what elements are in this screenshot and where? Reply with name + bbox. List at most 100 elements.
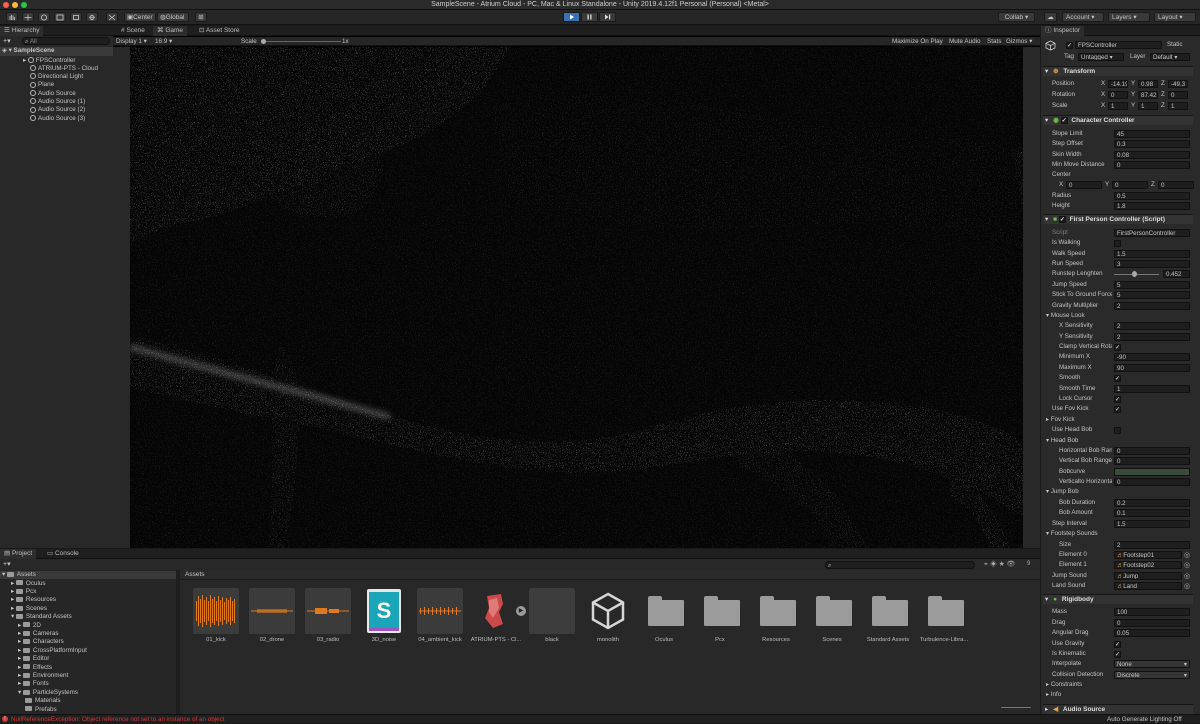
- bobcurve-field[interactable]: [1114, 468, 1190, 476]
- active-checkbox[interactable]: ✓: [1066, 42, 1073, 49]
- fpc-field-value[interactable]: 2: [1114, 302, 1190, 310]
- tree-item[interactable]: ▾ Standard Assets: [0, 613, 72, 621]
- axis-field-z[interactable]: 1: [1168, 102, 1188, 110]
- account-dropdown[interactable]: Account ▾: [1062, 12, 1104, 22]
- foldout-info[interactable]: ▸ Info: [1046, 691, 1061, 699]
- object-field[interactable]: ♬Footstep01: [1114, 551, 1182, 559]
- foldout-jumpbob[interactable]: ▾ Jump Bob: [1046, 488, 1079, 496]
- axis-field-y[interactable]: 0.98: [1138, 80, 1158, 88]
- tree-item[interactable]: ▸ Oculus: [0, 580, 46, 588]
- collab-dropdown[interactable]: Collab ▾: [998, 12, 1035, 22]
- filter-icons[interactable]: ⌖ ◈ ★ 👁: [984, 560, 1015, 569]
- scale-slider-handle[interactable]: [261, 39, 266, 44]
- transform-tool-icon[interactable]: [86, 12, 98, 22]
- fpc-field-value[interactable]: 2: [1114, 541, 1190, 549]
- cc-field-value[interactable]: 0: [1114, 161, 1190, 170]
- layout-dropdown[interactable]: Layout ▾: [1154, 12, 1196, 22]
- character-controller-header[interactable]: ▾ ◉ ✓ Character Controller: [1043, 115, 1193, 125]
- create-menu-icon[interactable]: +▾: [3, 37, 11, 45]
- asset-item[interactable]: Scenes: [807, 588, 857, 643]
- axis-field-z[interactable]: 0: [1168, 91, 1188, 99]
- asset-item[interactable]: 02_drone: [247, 588, 297, 643]
- foldout-fovkick[interactable]: ▸ Fov Kick: [1046, 416, 1075, 424]
- rb-dropdown[interactable]: Discrete ▾: [1114, 671, 1190, 679]
- tree-root[interactable]: ▾ Assets: [0, 571, 176, 580]
- asset-item[interactable]: ▶ ATRIUM-PTS - Cl...: [471, 588, 526, 643]
- rb-field-value[interactable]: 0.05: [1114, 629, 1190, 637]
- hierarchy-search-input[interactable]: ⌕ All: [22, 37, 110, 45]
- asset-item[interactable]: 03_radio: [303, 588, 353, 643]
- rb-dropdown[interactable]: None ▾: [1114, 660, 1190, 668]
- rotate-tool-icon[interactable]: [38, 12, 50, 22]
- fpc-field-value[interactable]: 5: [1114, 291, 1190, 299]
- tree-item[interactable]: ▸ Editor: [0, 655, 49, 663]
- layer-dropdown[interactable]: Default ▾: [1150, 53, 1190, 61]
- asset-item[interactable]: Turbulence-Libra...: [919, 588, 969, 643]
- hand-tool-icon[interactable]: [6, 12, 18, 22]
- tab-inspector[interactable]: ⓘ Inspector: [1041, 26, 1085, 36]
- project-search-input[interactable]: ⌕: [825, 561, 975, 569]
- tab-scene[interactable]: # Scene: [117, 26, 149, 36]
- hierarchy-item[interactable]: ▸ FPSController: [0, 57, 113, 66]
- object-field[interactable]: ♬Land: [1114, 582, 1182, 590]
- fpc-checkbox[interactable]: ✓: [1114, 374, 1121, 382]
- pivot-center-toggle[interactable]: ▣Center: [124, 12, 156, 22]
- fpc-field-value[interactable]: 0: [1114, 447, 1190, 455]
- step-button[interactable]: [599, 12, 616, 22]
- tab-project[interactable]: ▤ Project: [0, 549, 37, 559]
- fpc-field-value[interactable]: 90: [1114, 364, 1190, 372]
- fpc-enabled-checkbox[interactable]: ✓: [1058, 215, 1066, 223]
- grid-snap-icon[interactable]: ⊞: [195, 12, 207, 22]
- pause-button[interactable]: [581, 12, 598, 22]
- fpc-field-value[interactable]: 0.1: [1114, 509, 1190, 517]
- fpc-checkbox[interactable]: ✓: [1114, 405, 1121, 413]
- custom-tool-icon[interactable]: [106, 12, 118, 22]
- hierarchy-item[interactable]: Audio Source (2): [0, 106, 113, 115]
- rb-checkbox[interactable]: ✓: [1114, 640, 1121, 648]
- fpc-field-value[interactable]: -90: [1114, 353, 1190, 361]
- fpc-checkbox[interactable]: ✓: [1114, 395, 1121, 403]
- object-picker-icon[interactable]: ◎: [1184, 551, 1190, 559]
- tree-item[interactable]: Prefabs: [0, 706, 57, 714]
- asset-item[interactable]: monolith: [583, 588, 633, 643]
- static-toggle[interactable]: Static: [1167, 41, 1182, 49]
- axis-field-x[interactable]: 0: [1066, 181, 1102, 189]
- tab-hierarchy[interactable]: ☰ Hierarchy: [0, 26, 44, 36]
- tree-item[interactable]: Materials: [0, 697, 61, 705]
- scene-row[interactable]: ◈ ▾ SampleScene: [0, 47, 113, 56]
- hierarchy-item[interactable]: Audio Source (3): [0, 115, 113, 124]
- gizmos-dropdown[interactable]: Gizmos ▾: [1006, 37, 1032, 46]
- hierarchy-item[interactable]: Directional Light: [0, 73, 113, 82]
- object-picker-icon[interactable]: ◎: [1184, 572, 1190, 580]
- scale-slider-track[interactable]: [261, 41, 341, 42]
- scale-tool-icon[interactable]: [54, 12, 66, 22]
- tree-item[interactable]: ▸ 2D: [0, 622, 41, 630]
- object-name-field[interactable]: FPSController: [1075, 41, 1162, 49]
- tab-console[interactable]: ▭ Console: [43, 549, 83, 559]
- rect-tool-icon[interactable]: [70, 12, 82, 22]
- aspect-dropdown[interactable]: 16:9 ▾: [155, 37, 172, 46]
- object-picker-icon[interactable]: ◎: [1184, 582, 1190, 590]
- fpc-checkbox[interactable]: [1114, 239, 1121, 247]
- stats-toggle[interactable]: Stats: [987, 37, 1001, 46]
- axis-field-x[interactable]: -14.19: [1108, 80, 1128, 88]
- pivot-global-toggle[interactable]: ◍Global: [157, 12, 189, 22]
- breadcrumb-assets[interactable]: Assets: [185, 571, 205, 578]
- runstep-value[interactable]: 0.452: [1163, 270, 1190, 278]
- tree-scrollbar[interactable]: [176, 570, 180, 714]
- foldout-mouse-look[interactable]: ▾ Mouse Look: [1046, 312, 1085, 320]
- transform-header[interactable]: ▾ ⊕ Transform: [1043, 66, 1193, 76]
- axis-field-z[interactable]: 0: [1158, 181, 1194, 189]
- move-tool-icon[interactable]: [22, 12, 34, 22]
- hierarchy-item[interactable]: Audio Source (1): [0, 98, 113, 107]
- display-dropdown[interactable]: Display 1 ▾: [116, 37, 147, 46]
- fpc-field-value[interactable]: 3: [1114, 260, 1190, 268]
- fpc-field-value[interactable]: 1: [1114, 385, 1190, 393]
- character-controller-enabled-checkbox[interactable]: ✓: [1060, 116, 1068, 124]
- fpc-checkbox[interactable]: ✓: [1114, 343, 1121, 351]
- audio-source-header[interactable]: ▸ ◀ Audio Source: [1043, 704, 1193, 714]
- hierarchy-item[interactable]: Plane: [0, 81, 113, 90]
- axis-field-y[interactable]: 1: [1138, 102, 1158, 110]
- fpc-field-value[interactable]: 0: [1114, 457, 1190, 465]
- object-field[interactable]: ♬Footstep02: [1114, 561, 1182, 569]
